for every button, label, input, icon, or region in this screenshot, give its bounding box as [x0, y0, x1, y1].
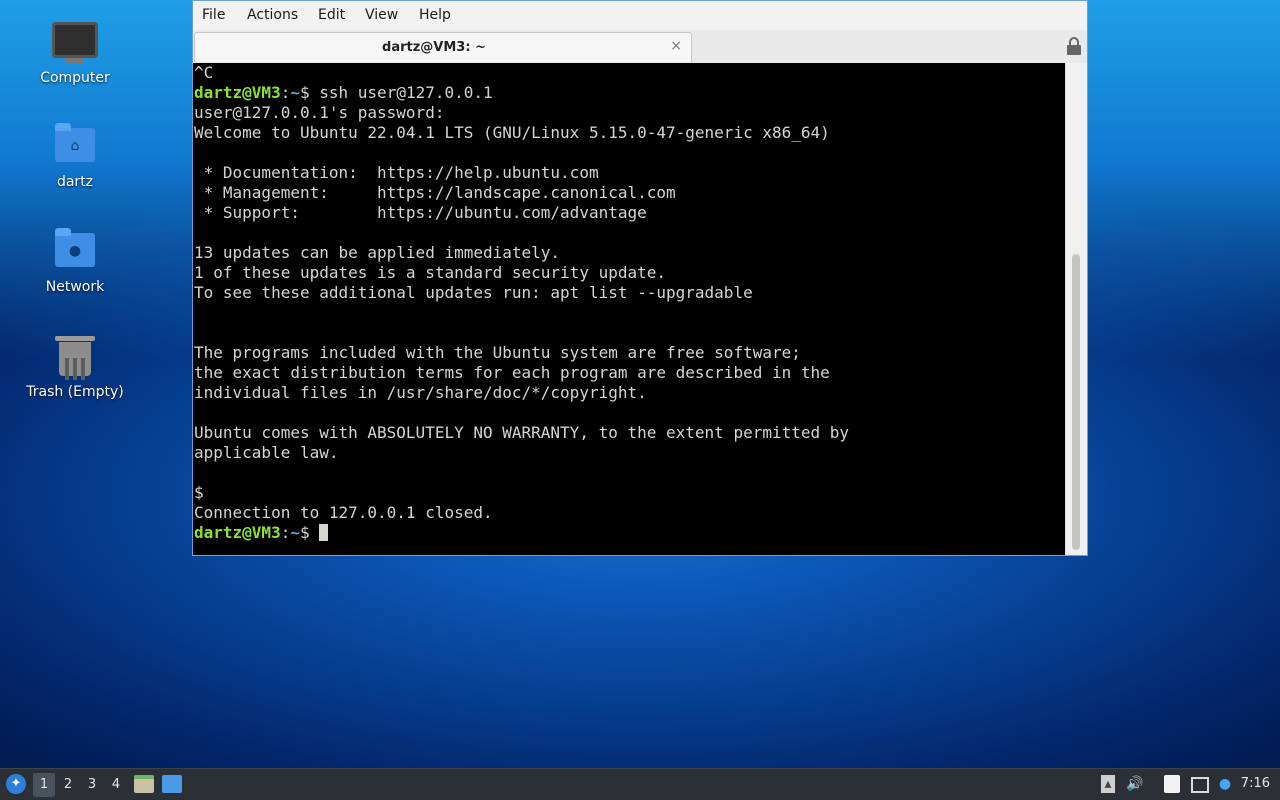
tab-terminal[interactable]: dartz@VM3: ~ ×: [194, 32, 692, 62]
terminal-line: The programs included with the Ubuntu sy…: [194, 343, 801, 362]
terminal-line: 1 of these updates is a standard securit…: [194, 263, 667, 282]
terminal-window: File Actions Edit View Help dartz@VM3: ~…: [192, 0, 1088, 556]
menu-view[interactable]: View: [365, 7, 398, 23]
volume-icon[interactable]: 🔊: [1126, 775, 1144, 793]
terminal-line: Ubuntu comes with ABSOLUTELY NO WARRANTY…: [194, 423, 850, 442]
home-folder-icon: ⌂: [51, 122, 99, 170]
workspace-3[interactable]: 3: [81, 773, 103, 797]
terminal-line: * Support: https://ubuntu.com/advantage: [194, 203, 647, 222]
notification-icon[interactable]: ●: [1216, 775, 1234, 793]
terminal-prompt-line: dartz@VM3:~$ ssh user@127.0.0.1: [194, 83, 493, 102]
terminal-line: * Management: https://landscape.canonica…: [194, 183, 676, 202]
terminal-line: user@127.0.0.1's password:: [194, 103, 445, 122]
terminal-prompt-line: dartz@VM3:~$: [193, 523, 1065, 543]
workspace-4[interactable]: 4: [105, 773, 127, 797]
file-manager-icon[interactable]: [134, 775, 154, 793]
terminal-line: ^C: [194, 63, 214, 82]
desktop-icon-home[interactable]: ⌂ dartz: [25, 122, 125, 190]
terminal-output[interactable]: ^C dartz@VM3:~$ ssh user@127.0.0.1 user@…: [193, 63, 1065, 555]
tab-bar: dartz@VM3: ~ ×: [193, 30, 1087, 64]
notes-icon[interactable]: [1164, 775, 1180, 793]
terminal-line: $: [194, 483, 204, 502]
desktop-icon-label: Computer: [40, 70, 110, 86]
desktop-icon-trash[interactable]: Trash (Empty): [25, 332, 125, 400]
menu-edit[interactable]: Edit: [318, 7, 345, 23]
terminal-line: individual files in /usr/share/doc/*/cop…: [194, 383, 647, 402]
menu-file[interactable]: File: [202, 7, 225, 23]
tab-title: dartz@VM3: ~: [382, 40, 486, 55]
terminal-line: Welcome to Ubuntu 22.04.1 LTS (GNU/Linux…: [194, 123, 830, 142]
terminal-line: the exact distribution terms for each pr…: [194, 363, 830, 382]
close-tab-icon[interactable]: ×: [670, 38, 682, 54]
network-folder-icon: ●: [51, 227, 99, 275]
text-cursor: [319, 524, 329, 541]
workspace-2[interactable]: 2: [57, 773, 79, 797]
lock-icon[interactable]: [1067, 37, 1081, 55]
terminal-line: Connection to 127.0.0.1 closed.: [194, 503, 493, 522]
desktop-icon-network[interactable]: ● Network: [25, 227, 125, 295]
menu-actions[interactable]: Actions: [247, 7, 298, 23]
clipboard-icon[interactable]: ▴: [1101, 775, 1115, 793]
clock[interactable]: 7:16: [1241, 776, 1270, 791]
terminal-command: ssh user@127.0.0.1: [319, 83, 493, 102]
trash-icon: [51, 332, 99, 380]
computer-icon: [51, 18, 99, 66]
menu-help[interactable]: Help: [419, 7, 451, 23]
taskbar: ✦ 1 2 3 4 ▴ 🔊 ● 7:16: [0, 768, 1280, 800]
menu-bar: File Actions Edit View Help: [193, 1, 1087, 31]
workspace-1[interactable]: 1: [33, 773, 55, 797]
scrollbar-thumb[interactable]: [1072, 254, 1080, 550]
terminal-line: * Documentation: https://help.ubuntu.com: [194, 163, 599, 182]
terminal-line: applicable law.: [194, 443, 339, 462]
terminal-scrollbar[interactable]: [1065, 63, 1087, 555]
desktop-icon-computer[interactable]: Computer: [25, 18, 125, 86]
network-icon[interactable]: [1191, 777, 1209, 793]
start-menu-icon[interactable]: ✦: [6, 774, 26, 794]
desktop-icon-label: Trash (Empty): [26, 384, 124, 400]
desktop-icon-label: Network: [45, 279, 105, 295]
terminal-line: 13 updates can be applied immediately.: [194, 243, 561, 262]
terminal-line: To see these additional updates run: apt…: [194, 283, 753, 302]
desktop-icon-label: dartz: [56, 174, 94, 190]
show-desktop-icon[interactable]: [162, 775, 182, 793]
